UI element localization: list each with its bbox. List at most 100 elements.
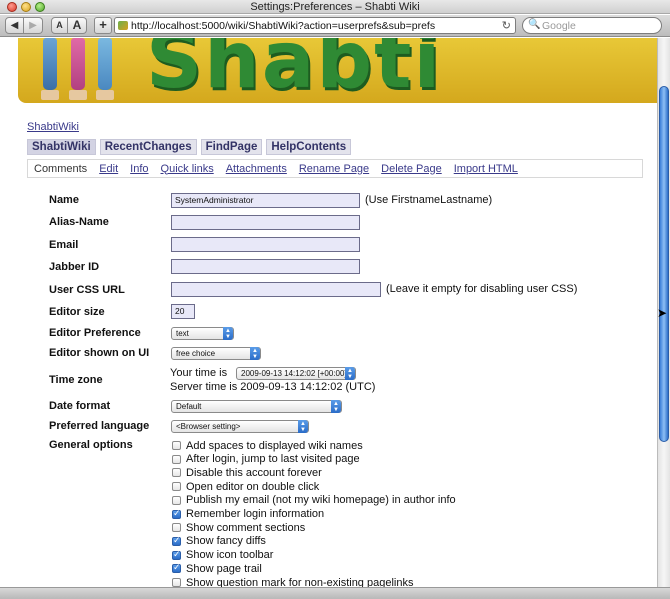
- option-checkbox[interactable]: [172, 578, 181, 587]
- option-label: Add spaces to displayed wiki names: [186, 439, 363, 452]
- time-zone-value: 2009-09-13 14:12:02 [+00:00]: [241, 369, 347, 378]
- dropdown-arrow-icon: ▲ ▼: [298, 420, 308, 433]
- figurine-base: [69, 90, 87, 100]
- option-row[interactable]: Show page trail: [172, 562, 262, 575]
- user-css-url-label: User CSS URL: [49, 284, 125, 296]
- option-row[interactable]: Publish my email (not my wiki homepage) …: [172, 494, 456, 507]
- name-label: Name: [49, 194, 79, 206]
- option-row[interactable]: Disable this account forever: [172, 466, 322, 479]
- action-info[interactable]: Info: [130, 163, 148, 175]
- general-options-label: General options: [49, 439, 133, 451]
- time-zone-label: Time zone: [49, 374, 103, 386]
- search-placeholder: Google: [542, 20, 576, 32]
- editor-shown-on-ui-select[interactable]: free choice ▲ ▼: [171, 347, 261, 360]
- jabber-id-input[interactable]: [171, 259, 360, 274]
- dropdown-arrow-icon: ▲ ▼: [250, 347, 260, 360]
- window-bottom-edge: [0, 587, 670, 599]
- preferred-language-label: Preferred language: [49, 420, 150, 432]
- shabti-figurine-icon: [98, 38, 112, 90]
- scrollbar-thumb[interactable]: [659, 86, 669, 442]
- option-row[interactable]: After login, jump to last visited page: [172, 453, 360, 466]
- editor-size-label: Editor size: [49, 306, 105, 318]
- option-checkbox[interactable]: [172, 549, 181, 560]
- window-title: Settings:Preferences – Shabti Wiki: [250, 1, 420, 13]
- nav-tab-shabtiwiki[interactable]: ShabtiWiki: [27, 139, 96, 155]
- date-format-label: Date format: [49, 400, 111, 412]
- mouse-cursor-icon: ➤: [657, 306, 668, 320]
- date-format-select[interactable]: Default ▲ ▼: [171, 400, 342, 413]
- search-field[interactable]: 🔍 Google: [522, 17, 662, 34]
- option-checkbox[interactable]: [172, 482, 181, 492]
- page-action-bar: Comments Edit Info Quick links Attachmen…: [27, 159, 643, 178]
- editor-preference-select[interactable]: text ▲ ▼: [171, 327, 234, 340]
- preferred-language-value: <Browser setting>: [176, 422, 241, 431]
- text-larger-button[interactable]: A: [68, 17, 87, 34]
- alias-name-label: Alias-Name: [49, 216, 109, 228]
- figurine-base: [96, 90, 114, 100]
- option-row[interactable]: Show comment sections: [172, 521, 305, 534]
- logo-text: Shabti: [146, 38, 443, 103]
- user-css-hint: (Leave it empty for disabling user CSS): [386, 283, 578, 295]
- option-checkbox[interactable]: [172, 535, 181, 546]
- action-edit[interactable]: Edit: [99, 163, 118, 175]
- figurine-base: [41, 90, 59, 100]
- address-bar[interactable]: http://localhost:5000/wiki/ShabtiWiki?ac…: [114, 17, 516, 34]
- option-row[interactable]: Open editor on double click: [172, 480, 319, 493]
- date-format-value: Default: [176, 402, 202, 411]
- editor-size-input[interactable]: 20: [171, 304, 195, 319]
- option-checkbox[interactable]: [172, 508, 181, 519]
- option-row[interactable]: Add spaces to displayed wiki names: [172, 439, 363, 452]
- option-label: Publish my email (not my wiki homepage) …: [186, 494, 456, 507]
- option-checkbox[interactable]: [172, 441, 181, 450]
- option-checkbox[interactable]: [172, 454, 181, 464]
- wiki-logo-banner[interactable]: Shabti: [18, 38, 657, 103]
- shabti-figurine-icon: [71, 38, 85, 90]
- option-checkbox[interactable]: [172, 523, 181, 533]
- dropdown-arrow-icon: ▲ ▼: [345, 367, 355, 380]
- site-name-link[interactable]: ShabtiWiki: [27, 121, 79, 133]
- alias-name-input[interactable]: [171, 215, 360, 230]
- action-quick-links[interactable]: Quick links: [161, 163, 214, 175]
- option-row[interactable]: Remember login information: [172, 508, 324, 521]
- nav-tab-findpage[interactable]: FindPage: [200, 139, 263, 155]
- option-label: Show comment sections: [186, 521, 306, 534]
- editor-shown-on-ui-label: Editor shown on UI: [49, 347, 150, 359]
- option-label: Show fancy diffs: [186, 535, 266, 548]
- option-label: Show page trail: [186, 562, 262, 575]
- option-label: Remember login information: [186, 508, 325, 520]
- action-rename-page[interactable]: Rename Page: [299, 163, 369, 175]
- dropdown-arrow-icon: ▲ ▼: [331, 400, 341, 413]
- name-hint: (Use FirstnameLastname): [365, 194, 493, 206]
- url-text[interactable]: http://localhost:5000/wiki/ShabtiWiki?ac…: [131, 20, 435, 32]
- option-label: After login, jump to last visited page: [186, 453, 360, 466]
- back-button[interactable]: ◀: [5, 17, 24, 34]
- text-smaller-button[interactable]: A: [51, 17, 68, 34]
- jabber-id-label: Jabber ID: [49, 261, 100, 273]
- nav-tab-recentchanges[interactable]: RecentChanges: [99, 139, 197, 155]
- your-time-label: Your time is: [170, 367, 228, 379]
- nav-tab-helpcontents[interactable]: HelpContents: [266, 139, 352, 155]
- option-checkbox[interactable]: [172, 562, 181, 574]
- option-row[interactable]: Show icon toolbar: [172, 549, 273, 562]
- action-comments[interactable]: Comments: [34, 163, 87, 175]
- option-checkbox[interactable]: [172, 495, 181, 505]
- option-checkbox[interactable]: [172, 468, 181, 478]
- add-bookmark-button[interactable]: +: [94, 17, 112, 34]
- server-time-text: Server time is 2009-09-13 14:12:02 (UTC): [170, 381, 376, 393]
- editor-preference-label: Editor Preference: [49, 327, 141, 339]
- favicon-icon: [118, 21, 128, 30]
- preferred-language-select[interactable]: <Browser setting> ▲ ▼: [171, 420, 309, 433]
- user-css-url-input[interactable]: [171, 282, 381, 297]
- forward-button[interactable]: ▶: [24, 17, 43, 34]
- action-import-html[interactable]: Import HTML: [454, 163, 518, 175]
- option-row[interactable]: Show fancy diffs: [172, 535, 266, 548]
- action-attachments[interactable]: Attachments: [226, 163, 287, 175]
- email-input[interactable]: [171, 237, 360, 252]
- email-label: Email: [49, 239, 79, 251]
- wiki-navigation: ShabtiWiki RecentChanges FindPage HelpCo…: [27, 139, 352, 155]
- name-input[interactable]: SystemAdministrator: [171, 193, 360, 208]
- action-delete-page[interactable]: Delete Page: [381, 163, 442, 175]
- reload-icon[interactable]: ↻: [502, 19, 511, 32]
- time-zone-select[interactable]: 2009-09-13 14:12:02 [+00:00] ▲ ▼: [236, 367, 356, 380]
- editor-preference-value: text: [176, 329, 189, 338]
